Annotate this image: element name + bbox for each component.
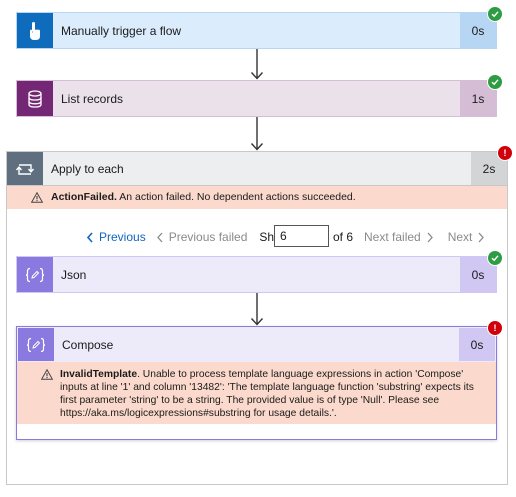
json-title: Json: [61, 267, 87, 282]
compose-title: Compose: [62, 337, 114, 352]
apply-to-each-error-text: ActionFailed. An action failed. No depen…: [51, 191, 356, 204]
json-icon-box: [17, 257, 53, 292]
chevron-left-icon: [86, 231, 93, 243]
chevron-left-icon: [156, 232, 163, 242]
chevron-right-icon: [478, 232, 485, 242]
error-code: InvalidTemplate: [60, 369, 138, 380]
compose-braces-icon: [25, 267, 45, 282]
apply-to-each-error-icon: !: [497, 145, 513, 161]
list-records-icon-box: [17, 81, 53, 116]
next-link[interactable]: Next: [448, 230, 486, 244]
trigger-title: Manually trigger a flow: [61, 23, 182, 38]
list-records-title: List records: [61, 91, 124, 106]
trigger-card[interactable]: Manually trigger a flow 0s: [16, 12, 497, 49]
next-label: Next: [447, 230, 473, 244]
compose-braces-icon: [26, 337, 46, 352]
pager-right: of 6 Next failed Next: [333, 228, 485, 246]
connector-arrow: [250, 293, 264, 326]
error-code: ActionFailed.: [51, 191, 117, 203]
trigger-icon-box: [17, 13, 53, 48]
compose-error-text: InvalidTemplate. Unable to process templ…: [60, 368, 490, 420]
error-message: An action failed. No dependent actions s…: [116, 191, 356, 203]
previous-label: Previous: [99, 230, 146, 244]
next-failed-link[interactable]: Next failed: [364, 230, 434, 244]
compose-error-banner: InvalidTemplate. Unable to process templ…: [17, 362, 496, 424]
iteration-input[interactable]: [274, 225, 329, 247]
next-failed-label: Next failed: [364, 230, 421, 244]
apply-to-each-title: Apply to each: [51, 161, 124, 176]
compose-error-icon: !: [487, 320, 503, 336]
warning-icon: [31, 192, 43, 203]
apply-to-each-icon-box: [7, 152, 43, 185]
json-success-icon: [487, 250, 503, 266]
loop-icon: [15, 163, 35, 175]
list-records-card[interactable]: List records 1s: [16, 80, 497, 117]
previous-link[interactable]: Previous: [86, 230, 146, 244]
trigger-success-icon: [487, 6, 503, 22]
apply-to-each-error-banner: ActionFailed. An action failed. No depen…: [7, 186, 507, 209]
connector-arrow: [250, 49, 264, 80]
compose-header[interactable]: Compose 0s: [17, 327, 496, 362]
hand-pointer-icon: [30, 21, 40, 40]
of-total-label: of 6: [333, 230, 354, 244]
apply-to-each-header[interactable]: Apply to each 2s: [6, 151, 508, 186]
json-card[interactable]: Json 0s: [16, 256, 497, 293]
pager: Previous Previous failed Show: [86, 228, 289, 246]
database-icon: [28, 89, 42, 108]
previous-failed-link[interactable]: Previous failed: [156, 230, 248, 244]
compose-icon-box: [18, 328, 54, 361]
warning-icon: [41, 369, 53, 380]
previous-failed-label: Previous failed: [168, 230, 248, 244]
list-records-success-icon: [487, 74, 503, 90]
chevron-right-icon: [427, 232, 433, 242]
connector-arrow: [250, 117, 264, 151]
